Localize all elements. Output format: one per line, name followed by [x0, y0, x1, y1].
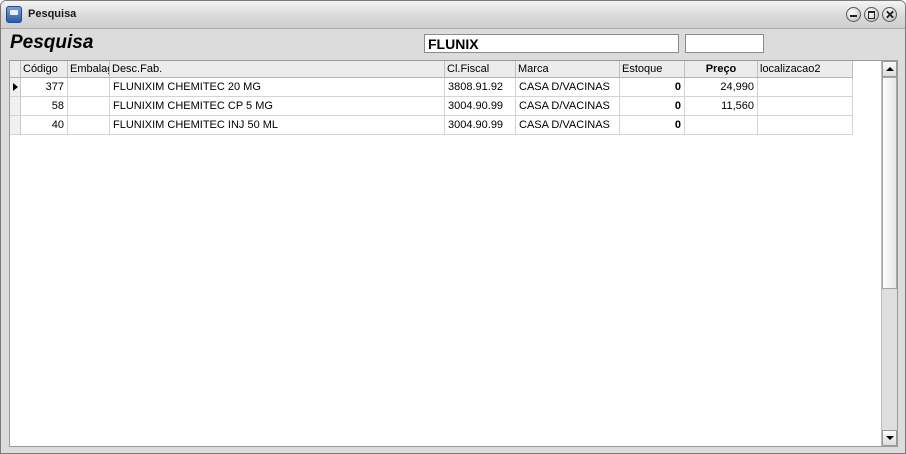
cell-marca[interactable]: CASA D/VACINAS	[516, 97, 620, 116]
cell-clfiscal[interactable]: 3004.90.99	[445, 97, 516, 116]
cell-estoque[interactable]: 0	[620, 116, 685, 135]
row-indicator	[10, 97, 21, 116]
column-header-preco[interactable]: Preço	[685, 61, 758, 77]
current-row-indicator	[10, 78, 21, 97]
cell-estoque[interactable]: 0	[620, 97, 685, 116]
window-title: Pesquisa	[28, 8, 77, 20]
page-title: Pesquisa	[10, 32, 94, 53]
cell-preco[interactable]	[685, 116, 758, 135]
search-input[interactable]	[424, 34, 679, 53]
column-header-embalagem[interactable]: Embalagem	[68, 61, 110, 77]
header-indicator	[10, 61, 21, 77]
table-row[interactable]: 377 FLUNIXIM CHEMITEC 20 MG 3808.91.92 C…	[10, 78, 853, 97]
scroll-up-arrow-icon[interactable]	[882, 61, 897, 77]
column-header-codigo[interactable]: Código	[21, 61, 68, 77]
cell-embalagem[interactable]	[68, 97, 110, 116]
column-header-desc[interactable]: Desc.Fab.	[110, 61, 445, 77]
scroll-thumb[interactable]	[882, 77, 897, 289]
cell-marca[interactable]: CASA D/VACINAS	[516, 78, 620, 97]
cell-codigo[interactable]: 40	[21, 116, 68, 135]
cell-desc[interactable]: FLUNIXIM CHEMITEC CP 5 MG	[110, 97, 445, 116]
cell-localizacao[interactable]	[758, 97, 853, 116]
scroll-down-arrow-icon[interactable]	[882, 430, 897, 446]
cell-estoque[interactable]: 0	[620, 78, 685, 97]
row-indicator	[10, 116, 21, 135]
app-icon	[6, 6, 22, 23]
grid-header: Código Embalagem Desc.Fab. Cl.Fiscal Mar…	[10, 61, 853, 78]
title-bar[interactable]: Pesquisa	[1, 1, 905, 29]
cell-clfiscal[interactable]: 3808.91.92	[445, 78, 516, 97]
table-row[interactable]: 58 FLUNIXIM CHEMITEC CP 5 MG 3004.90.99 …	[10, 97, 853, 116]
cell-codigo[interactable]: 377	[21, 78, 68, 97]
cell-localizacao[interactable]	[758, 116, 853, 135]
cell-codigo[interactable]: 58	[21, 97, 68, 116]
table-row[interactable]: 40 FLUNIXIM CHEMITEC INJ 50 ML 3004.90.9…	[10, 116, 853, 135]
cell-localizacao[interactable]	[758, 78, 853, 97]
cell-marca[interactable]: CASA D/VACINAS	[516, 116, 620, 135]
close-button[interactable]	[882, 7, 897, 22]
vertical-scrollbar[interactable]	[881, 61, 897, 446]
cell-embalagem[interactable]	[68, 78, 110, 97]
cell-preco[interactable]: 24,990	[685, 78, 758, 97]
cell-desc[interactable]: FLUNIXIM CHEMITEC 20 MG	[110, 78, 445, 97]
search-window: Pesquisa Pesquisa Código Embalagem Desc.…	[0, 0, 906, 454]
cell-desc[interactable]: FLUNIXIM CHEMITEC INJ 50 ML	[110, 116, 445, 135]
cell-clfiscal[interactable]: 3004.90.99	[445, 116, 516, 135]
maximize-button[interactable]	[864, 7, 879, 22]
minimize-button[interactable]	[846, 7, 861, 22]
cell-embalagem[interactable]	[68, 116, 110, 135]
column-header-localizacao[interactable]: localizacao2	[758, 61, 853, 77]
column-header-clfiscal[interactable]: Cl.Fiscal	[445, 61, 516, 77]
search-toolbar: Pesquisa	[1, 29, 905, 59]
column-header-marca[interactable]: Marca	[516, 61, 620, 77]
column-header-estoque[interactable]: Estoque	[620, 61, 685, 77]
filter-input[interactable]	[685, 34, 764, 53]
cell-preco[interactable]: 11,560	[685, 97, 758, 116]
results-grid[interactable]: Código Embalagem Desc.Fab. Cl.Fiscal Mar…	[9, 60, 898, 447]
